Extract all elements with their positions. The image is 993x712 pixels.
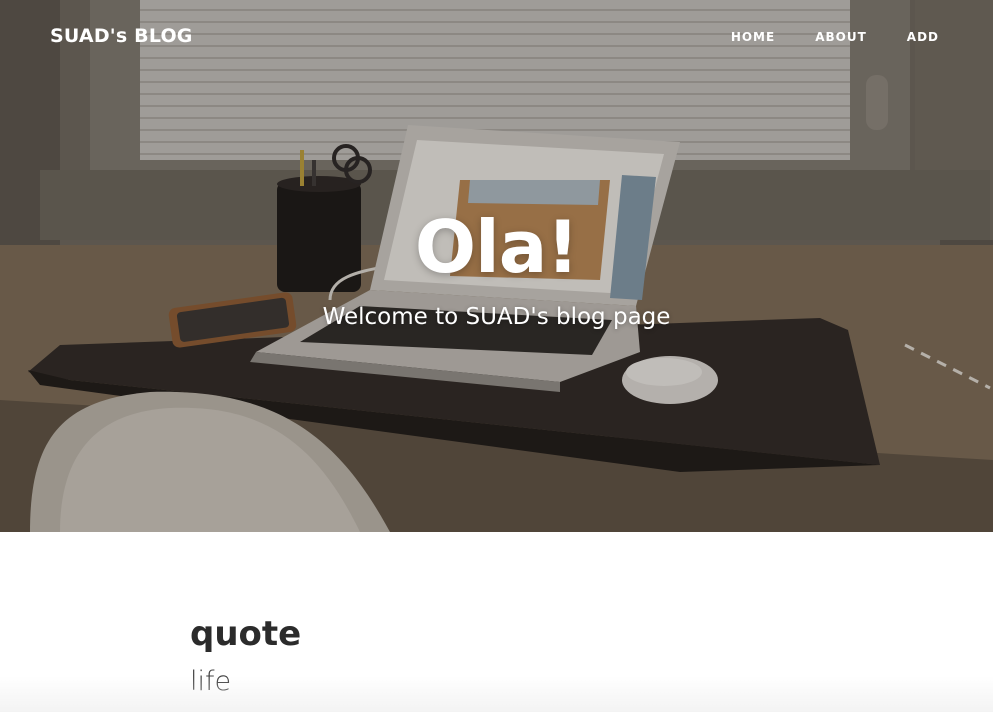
post-title-link[interactable]: quote	[190, 612, 790, 656]
nav-about-link[interactable]: ABOUT	[815, 30, 867, 44]
brand-link[interactable]: SUAD's BLOG	[50, 25, 193, 47]
post-subtitle: life	[190, 666, 232, 697]
hero-subheading: Welcome to SUAD's blog page	[322, 304, 671, 330]
masthead: SUAD's BLOG HOME ABOUT ADD Ola! Welcome …	[0, 0, 993, 532]
nav-add-link[interactable]: ADD	[907, 30, 939, 44]
post-preview[interactable]: quote life	[190, 612, 790, 700]
hero-heading: Ola!	[414, 205, 579, 289]
main-nav: HOME ABOUT ADD	[691, 30, 939, 44]
nav-home-link[interactable]: HOME	[731, 30, 775, 44]
